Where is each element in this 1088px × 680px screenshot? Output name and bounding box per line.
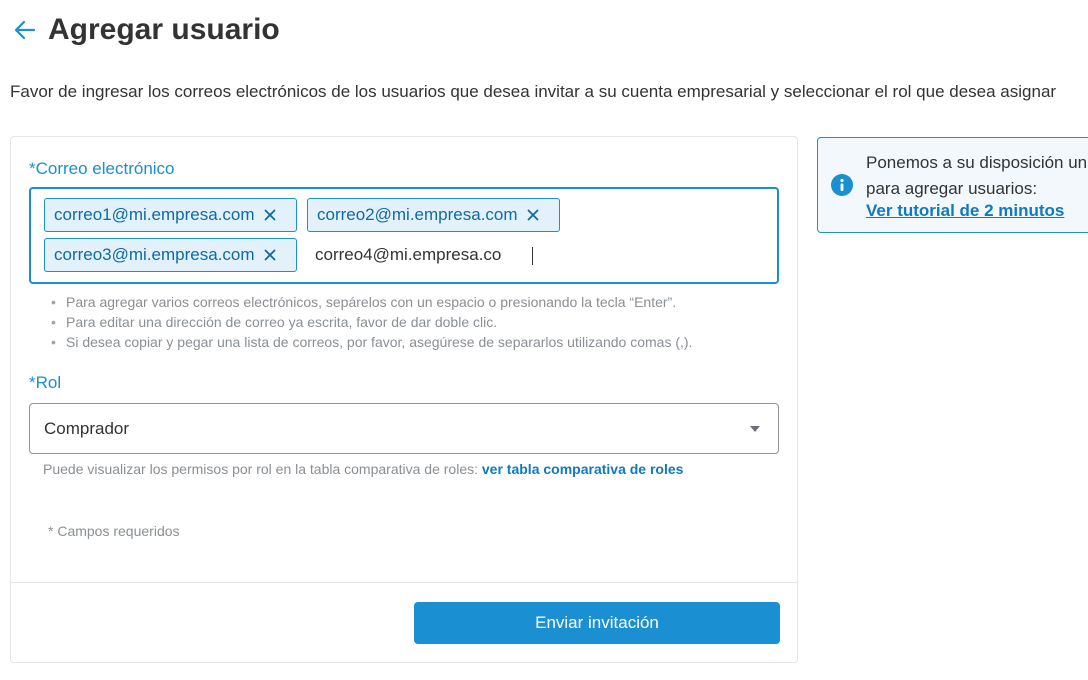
email-tag-input[interactable]: correo1@mi.empresa.com correo2@mi.empres… xyxy=(29,187,779,284)
text-caret xyxy=(532,247,533,265)
email-hints: Para agregar varios correos electrónicos… xyxy=(51,292,692,352)
hint-item: Si desea copiar y pegar una lista de cor… xyxy=(51,332,692,352)
email-chip-text: correo1@mi.empresa.com xyxy=(54,205,255,224)
email-chip: correo2@mi.empresa.com xyxy=(307,198,560,232)
info-text: Ponemos a su disposición un para agregar… xyxy=(866,150,1087,202)
email-label: *Correo electrónico xyxy=(29,159,175,178)
tutorial-link[interactable]: Ver tutorial de 2 minutos xyxy=(866,198,1064,224)
hint-item: Para editar una dirección de correo ya e… xyxy=(51,312,692,332)
arrow-left-icon xyxy=(14,20,36,40)
roles-note: Puede visualizar los permisos por rol en… xyxy=(43,461,683,477)
info-line: Ponemos a su disposición un xyxy=(866,153,1088,172)
required-fields-note: * Campos requeridos xyxy=(48,523,180,539)
email-chip-text: correo3@mi.empresa.com xyxy=(54,245,255,264)
send-invitation-button[interactable]: Enviar invitación xyxy=(414,602,780,644)
page-title: Agregar usuario xyxy=(48,13,280,46)
email-chip: correo1@mi.empresa.com xyxy=(44,198,297,232)
email-chip-text: correo2@mi.empresa.com xyxy=(317,205,518,224)
roles-note-text: Puede visualizar los permisos por rol en… xyxy=(43,461,482,477)
divider xyxy=(11,582,797,583)
rol-select[interactable]: Comprador xyxy=(29,403,779,454)
back-button[interactable] xyxy=(12,17,38,43)
add-user-form: *Correo electrónico correo1@mi.empresa.c… xyxy=(10,136,798,663)
close-icon[interactable] xyxy=(526,208,540,222)
caret-down-icon xyxy=(750,426,760,432)
rol-selected-value: Comprador xyxy=(44,419,130,438)
rol-label: *Rol xyxy=(29,373,62,392)
page-header: Agregar usuario xyxy=(12,8,280,52)
email-chip: correo3@mi.empresa.com xyxy=(44,238,297,272)
close-icon[interactable] xyxy=(263,208,277,222)
close-icon[interactable] xyxy=(263,248,277,262)
page-description: Favor de ingresar los correos electrónic… xyxy=(10,82,1057,101)
page: Agregar usuario Favor de ingresar los co… xyxy=(0,0,1088,680)
tutorial-info-panel: Ponemos a su disposición un para agregar… xyxy=(817,137,1088,233)
info-icon xyxy=(831,174,853,196)
roles-comparison-link[interactable]: ver tabla comparativa de roles xyxy=(482,461,684,477)
hint-item: Para agregar varios correos electrónicos… xyxy=(51,292,692,312)
email-input[interactable] xyxy=(315,238,615,272)
